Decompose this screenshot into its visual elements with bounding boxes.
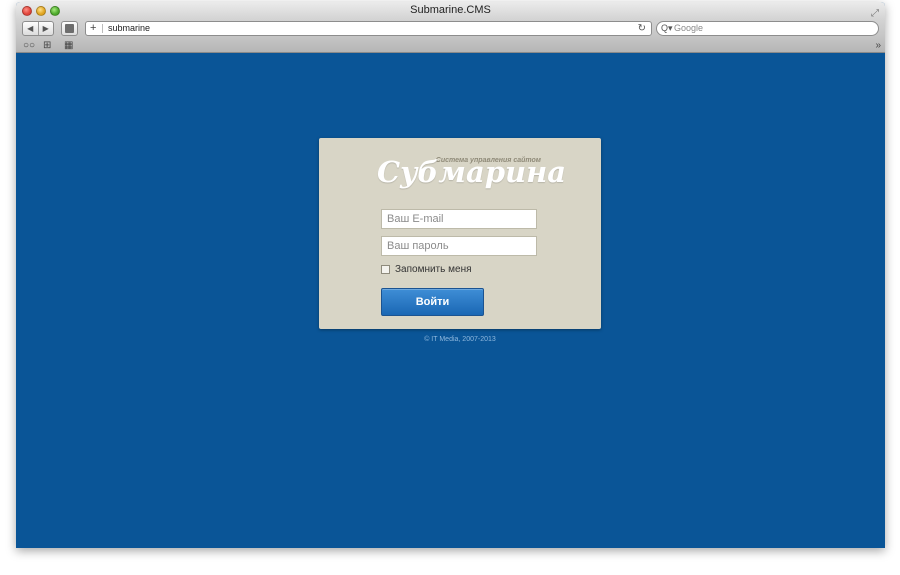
password-field[interactable] (381, 236, 537, 256)
logo: Субмарина (377, 155, 567, 189)
bookmarks-book-icon[interactable]: ⊞ (43, 39, 51, 52)
window-controls (22, 6, 60, 16)
toolbar: ◀ ▶ + submarine ↻ Q▾ Google (16, 19, 885, 39)
add-bookmark-button[interactable]: + (90, 22, 96, 35)
title-bar: Submarine.CMS ⤢ (16, 2, 885, 19)
search-icon[interactable]: Q▾ (661, 22, 673, 35)
bookmarks-bar: ○○ ⊞ ▦ » (16, 39, 885, 53)
search-placeholder: Google (674, 23, 704, 33)
search-field[interactable]: Q▾ Google (656, 21, 879, 36)
address-separator (102, 24, 103, 33)
sidebar-button[interactable] (61, 21, 78, 36)
zoom-window-icon[interactable] (50, 6, 60, 16)
copyright: © IT Media, 2007-2013 (424, 336, 496, 343)
reading-list-icon[interactable]: ○○ (23, 39, 35, 52)
window-title: Submarine.CMS (410, 4, 491, 16)
login-button[interactable]: Войти (381, 288, 484, 316)
reload-button[interactable]: ↻ (638, 22, 646, 35)
login-card: Система управления сайтом Субмарина Запо… (319, 138, 601, 329)
browser-window: Submarine.CMS ⤢ ◀ ▶ + submarine ↻ Q▾ Goo… (16, 2, 885, 548)
navigation-buttons: ◀ ▶ (22, 21, 54, 36)
remember-me-checkbox[interactable] (381, 265, 390, 274)
top-sites-icon[interactable]: ▦ (64, 39, 73, 52)
forward-button[interactable]: ▶ (39, 22, 54, 35)
address-url[interactable]: submarine (108, 22, 150, 35)
back-button[interactable]: ◀ (23, 22, 39, 35)
email-field[interactable] (381, 209, 537, 229)
more-bookmarks-icon[interactable]: » (875, 39, 881, 52)
sidebar-icon (65, 24, 74, 33)
remember-me-label: Запомнить меня (395, 264, 472, 275)
address-bar[interactable]: + submarine ↻ (85, 21, 652, 36)
minimize-window-icon[interactable] (36, 6, 46, 16)
page-content: Система управления сайтом Субмарина Запо… (16, 54, 885, 548)
close-window-icon[interactable] (22, 6, 32, 16)
remember-me[interactable]: Запомнить меня (381, 264, 472, 276)
